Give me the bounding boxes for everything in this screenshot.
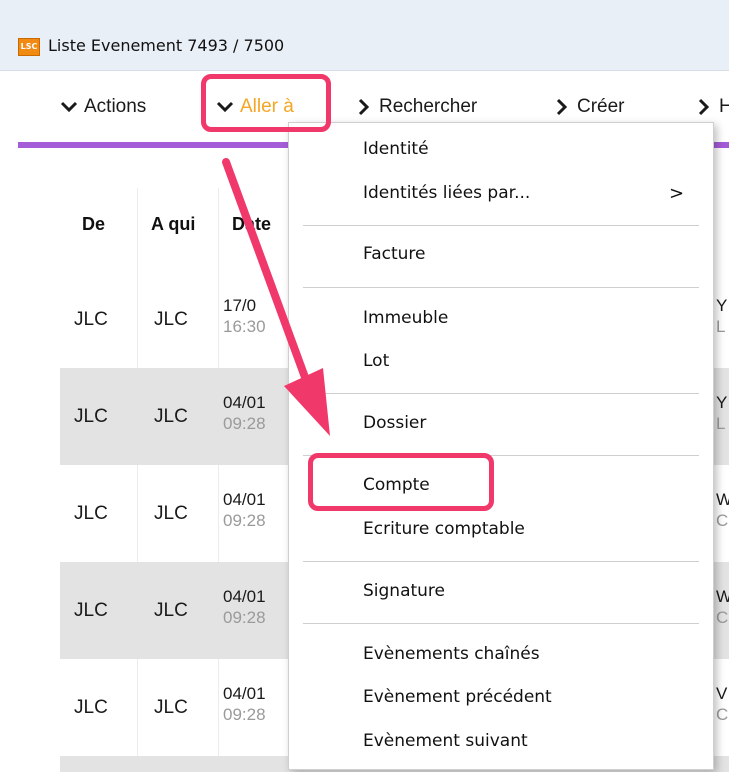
arrow-head-icon (284, 368, 330, 436)
arrow-shaft (222, 158, 310, 384)
annotation-arrow (222, 158, 330, 436)
